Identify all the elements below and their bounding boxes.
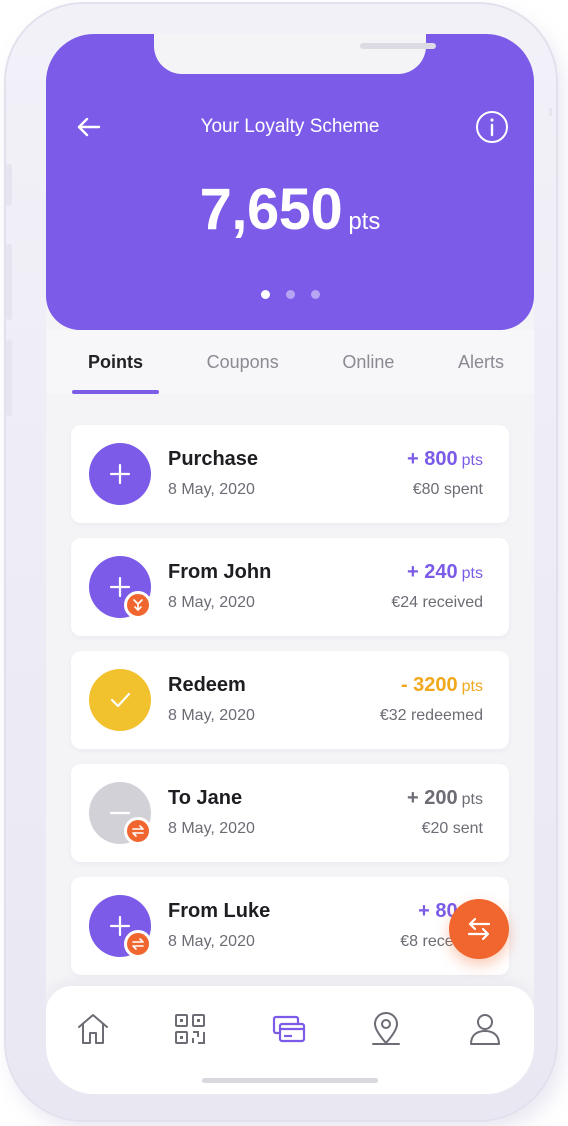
transfer-arrows-icon [132, 938, 144, 950]
page-title: Your Loyalty Scheme [200, 116, 380, 137]
transaction-card[interactable]: From John 8 May, 2020 + 240 pts €24 recei… [71, 538, 509, 636]
transaction-name: Purchase [168, 448, 259, 470]
transaction-avatar [89, 669, 151, 731]
transaction-card[interactable]: To Jane 8 May, 2020 + 200 pts €20 sent [71, 764, 509, 862]
transaction-amount: + 200 pts [407, 787, 483, 810]
power-button [549, 108, 552, 116]
tab-coupons[interactable]: Coupons [191, 330, 295, 394]
transfer-arrows-icon [467, 917, 491, 941]
amount-value: - 3200 [400, 674, 458, 696]
transfer-badge [124, 930, 152, 958]
info-icon [476, 111, 508, 143]
amount-value: + 800 [407, 448, 458, 470]
pager-dot-1[interactable] [260, 290, 270, 299]
merge-arrows-icon [133, 599, 143, 611]
plus-icon [109, 463, 131, 485]
transaction-avatar [89, 443, 151, 505]
tab-online[interactable]: Online [326, 330, 410, 394]
merge-badge [124, 591, 152, 619]
tab-bar: Points Coupons Online Alerts [46, 330, 534, 394]
transaction-amount: + 240 pts [407, 561, 483, 584]
pager-dot-2[interactable] [285, 290, 295, 299]
transaction-name: Redeem [168, 674, 246, 696]
amount-unit: pts [461, 565, 483, 582]
nav-home[interactable] [74, 1010, 112, 1048]
transaction-name: From Luke [168, 900, 271, 922]
transfer-badge [124, 817, 152, 845]
amount-unit: pts [461, 452, 483, 469]
info-button[interactable] [475, 110, 509, 144]
nav-profile[interactable] [466, 1010, 504, 1048]
transaction-detail: €32 redeemed [379, 707, 483, 724]
transaction-detail: €20 sent [421, 820, 483, 837]
app-screen: Your Loyalty Scheme 7,650 pts Points Coup… [46, 34, 534, 1094]
transaction-name: From John [168, 561, 272, 583]
speaker-grille [360, 43, 436, 49]
amount-value: + 200 [407, 787, 458, 809]
transaction-card[interactable]: Purchase 8 May, 2020 + 800 pts €80 spent [71, 425, 509, 523]
amount-unit: pts [461, 678, 483, 695]
transaction-detail: €80 spent [412, 481, 483, 498]
mute-switch [6, 164, 12, 206]
points-value: 7,650 [199, 177, 343, 242]
location-pin-icon [372, 1012, 400, 1045]
check-icon [110, 692, 131, 708]
volume-down-button [6, 340, 12, 416]
home-indicator [202, 1078, 378, 1083]
transaction-amount: + 800 pts [407, 448, 483, 471]
transaction-date: 8 May, 2020 [168, 481, 255, 498]
loyalty-header: Your Loyalty Scheme 7,650 pts [46, 34, 534, 330]
transaction-list: Purchase 8 May, 2020 + 800 pts €80 spent … [71, 425, 509, 990]
transaction-date: 8 May, 2020 [168, 820, 255, 837]
transaction-date: 8 May, 2020 [168, 707, 255, 724]
nav-location[interactable] [367, 1010, 405, 1048]
user-profile-icon [470, 1014, 500, 1045]
transaction-date: 8 May, 2020 [168, 933, 255, 950]
home-icon [78, 1014, 108, 1044]
transfer-arrows-icon [132, 825, 144, 837]
transaction-card[interactable]: From Luke 8 May, 2020 + 80pts €8 receive… [71, 877, 509, 975]
transaction-card[interactable]: Redeem 8 May, 2020 - 3200 pts €32 redeeme… [71, 651, 509, 749]
points-balance: 7,650 pts [46, 176, 534, 243]
tab-alerts[interactable]: Alerts [442, 330, 520, 394]
points-unit: pts [348, 208, 381, 235]
volume-up-button [6, 244, 12, 320]
amount-unit: pts [461, 791, 483, 808]
tab-points[interactable]: Points [72, 330, 160, 394]
device-notch [154, 34, 436, 74]
nav-qr-code[interactable] [171, 1010, 209, 1048]
transaction-amount: - 3200 pts [401, 674, 483, 697]
pager-dot-3[interactable] [310, 290, 320, 299]
amount-value: + 240 [407, 561, 458, 583]
bottom-navigation [46, 986, 534, 1094]
transaction-date: 8 May, 2020 [168, 594, 255, 611]
transfer-fab-button[interactable] [449, 899, 509, 959]
cards-icon [272, 1015, 306, 1043]
pager-dots [46, 290, 534, 299]
qr-code-icon [175, 1014, 205, 1044]
transaction-detail: €24 received [391, 594, 483, 611]
transaction-name: To Jane [168, 787, 243, 809]
nav-cards[interactable] [270, 1010, 308, 1048]
phone-frame: Your Loyalty Scheme 7,650 pts Points Coup… [6, 4, 556, 1120]
